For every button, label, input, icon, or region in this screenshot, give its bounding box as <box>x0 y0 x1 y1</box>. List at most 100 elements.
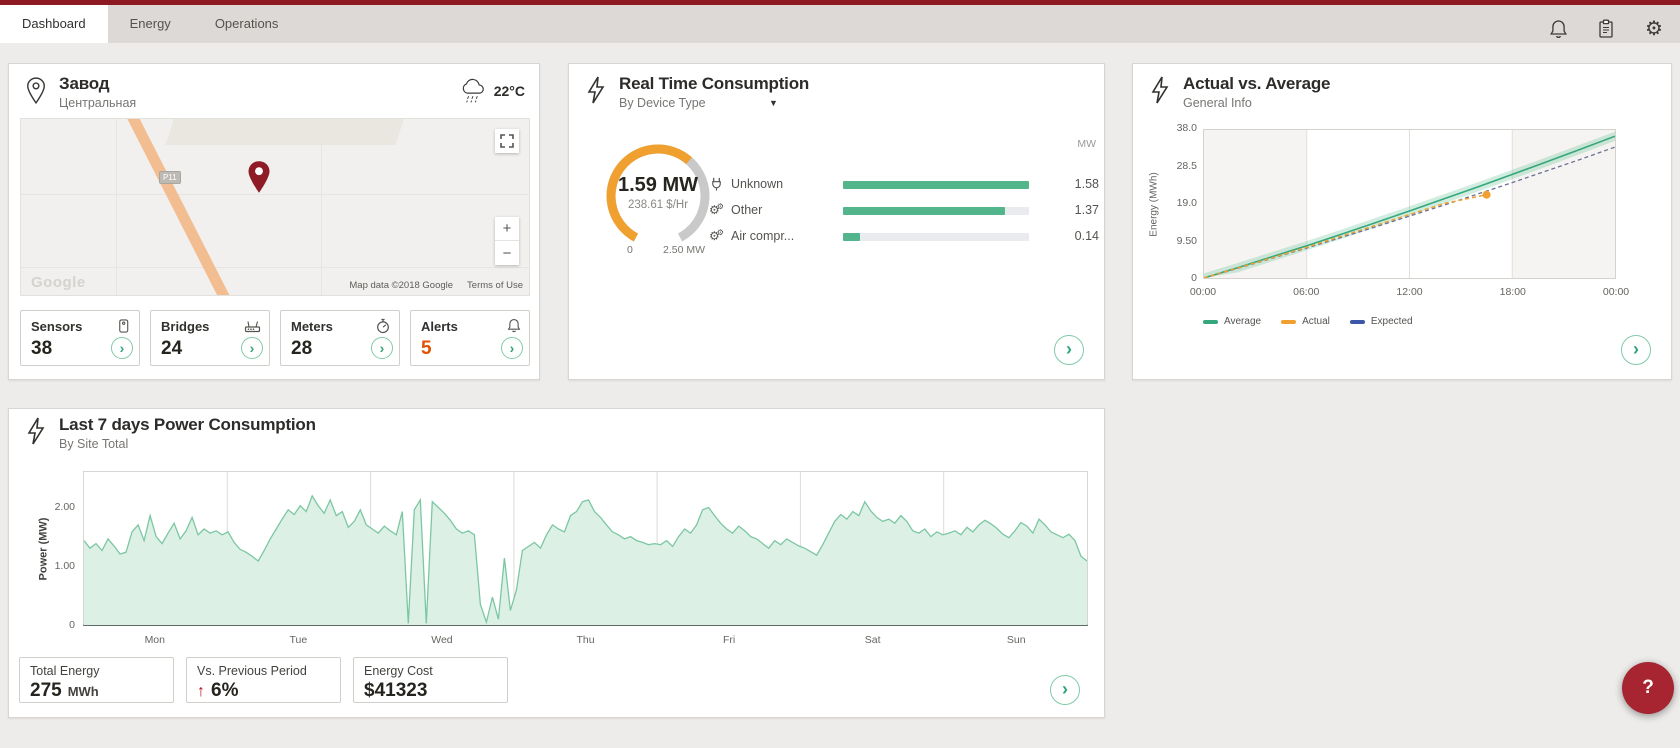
avg-y-tick-label: 9.50 <box>1176 234 1197 247</box>
temperature-value: 22°C <box>493 83 525 99</box>
trend-up-arrow-icon: ↑ <box>197 683 205 700</box>
reports-clipboard-icon[interactable] <box>1596 19 1616 39</box>
sensors-drilldown-button[interactable]: › <box>111 337 133 359</box>
stat-value: 24 <box>161 338 183 359</box>
avg-title: Actual vs. Average <box>1183 74 1331 93</box>
stat-value: 275 <box>30 680 62 701</box>
device-value: 1.37 <box>1074 203 1099 217</box>
device-bar <box>843 233 1029 241</box>
help-button[interactable]: ? <box>1622 662 1674 714</box>
map-zoom-out-button[interactable]: − <box>495 241 519 265</box>
tab-energy[interactable]: Energy <box>108 5 193 43</box>
site-stat-sensors: Sensors 38 › <box>20 310 140 366</box>
bridge-icon <box>244 318 261 334</box>
dashboard-screen: Dashboard Energy Operations ⚙ Завод Центра… <box>0 0 1680 748</box>
gears-icon: ⚙⚙ <box>709 228 724 243</box>
device-row-0: Unknown 1.58 <box>709 174 1099 196</box>
week-day-label: Wed <box>431 634 453 646</box>
device-bars-unit: MW <box>1077 138 1096 150</box>
tab-dashboard[interactable]: Dashboard <box>0 5 108 43</box>
stat-value: 38 <box>31 338 53 359</box>
week-title: Last 7 days Power Consumption <box>59 415 316 434</box>
meters-drilldown-button[interactable]: › <box>371 337 393 359</box>
stat-label: Alerts <box>421 319 458 334</box>
avg-x-tick-label: 18:00 <box>1499 286 1526 298</box>
actual-vs-average-chart <box>1203 129 1616 279</box>
legend-label: Expected <box>1370 316 1413 327</box>
week-subtitle: By Site Total <box>59 437 129 451</box>
gauge-value: 1.59 MW <box>617 174 699 196</box>
stat-label: Energy Cost <box>364 664 433 678</box>
map-gridline <box>116 119 117 295</box>
site-stat-meters: Meters 28 › <box>280 310 400 366</box>
device-label: Other <box>731 203 763 217</box>
realtime-drilldown-button[interactable]: › <box>1054 335 1084 365</box>
stat-label: Meters <box>291 319 333 334</box>
map-attribution-text[interactable]: Map data ©2018 Google <box>349 280 453 291</box>
map-gridline <box>21 194 529 195</box>
lightning-bolt-icon <box>1149 76 1171 104</box>
realtime-title: Real Time Consumption <box>619 74 810 93</box>
avg-x-tick-label: 06:00 <box>1293 286 1320 298</box>
settings-gear-icon[interactable]: ⚙ <box>1644 19 1664 39</box>
stat-label: Total Energy <box>30 664 100 678</box>
top-navigation: Dashboard Energy Operations ⚙ <box>0 5 1680 43</box>
stat-label: Vs. Previous Period <box>197 664 307 678</box>
map-fullscreen-button[interactable] <box>495 129 519 153</box>
bridges-drilldown-button[interactable]: › <box>241 337 263 359</box>
map-area-shape <box>165 119 407 145</box>
alerts-drilldown-button[interactable]: › <box>501 337 523 359</box>
map-zoom-controls: + − <box>495 217 519 265</box>
avg-x-tick-label: 00:00 <box>1602 286 1630 298</box>
map-gridline <box>21 267 529 268</box>
device-value: 1.58 <box>1074 177 1099 191</box>
week-day-label: Thu <box>576 634 595 646</box>
actual-vs-average-card: Actual vs. Average General Info Energy (… <box>1132 63 1672 380</box>
avg-drilldown-button[interactable]: › <box>1621 335 1651 365</box>
plug-icon <box>709 176 727 192</box>
avg-y-tick-label: 19.0 <box>1176 197 1197 209</box>
device-bar <box>843 207 1029 215</box>
legend-item-average[interactable]: Average <box>1203 316 1261 327</box>
week-y-tick-label: 2.00 <box>54 501 75 514</box>
week-drilldown-button[interactable]: › <box>1050 675 1080 705</box>
stat-value: 5 <box>421 338 432 359</box>
device-row-2: ⚙⚙ Air compr... 0.14 <box>709 226 1099 248</box>
week-day-label: Tue <box>289 634 308 646</box>
gauge-center-text: 1.59 MW 238.61 $/Hr <box>598 174 718 211</box>
gauge-rate: 238.61 $/Hr <box>627 199 689 211</box>
week-chart-ylabel: Power (MW) <box>37 517 50 580</box>
stat-unit: MWh <box>67 684 99 699</box>
legend-swatch <box>1349 319 1365 324</box>
week-y-tick-label: 1.00 <box>54 560 75 573</box>
site-subtitle: Центральная <box>59 96 137 110</box>
alert-bell-icon <box>507 318 521 333</box>
notifications-bell-icon[interactable] <box>1548 19 1568 39</box>
stat-value: 6% <box>211 680 239 701</box>
week-day-label: Sun <box>1006 634 1026 646</box>
stat-label: Bridges <box>161 319 210 334</box>
device-bars-list: Unknown 1.58 ⚙⚙ Other 1.37 ⚙⚙ Air compr... 0.14 <box>709 174 1099 252</box>
legend-item-expected[interactable]: Expected <box>1349 316 1413 327</box>
terms-of-use-link[interactable]: Terms of Use <box>467 280 523 291</box>
legend-item-actual[interactable]: Actual <box>1281 316 1330 327</box>
avg-subtitle: General Info <box>1183 96 1252 110</box>
google-logo[interactable]: Google <box>31 274 86 291</box>
week-y-tick-label: 0 <box>69 619 75 631</box>
vs-previous-period-stat: Vs. Previous Period ↑ 6% <box>186 657 341 703</box>
road-label: P11 <box>159 171 181 184</box>
device-row-1: ⚙⚙ Other 1.37 <box>709 200 1099 222</box>
device-value: 0.14 <box>1074 229 1099 243</box>
tab-operations[interactable]: Operations <box>193 5 301 43</box>
avg-chart-legend: Average Actual Expected <box>1203 316 1413 327</box>
week-power-chart <box>83 471 1088 626</box>
site-map[interactable]: P11 Google Map data ©2018 Google Terms o… <box>20 118 530 296</box>
legend-swatch <box>1203 319 1218 324</box>
device-type-dropdown-caret[interactable]: ▼ <box>769 98 778 108</box>
avg-x-tick-label: 00:00 <box>1189 286 1217 298</box>
week-consumption-card: Last 7 days Power Consumption By Site To… <box>8 408 1105 718</box>
map-zoom-in-button[interactable]: + <box>495 217 519 241</box>
sensor-icon <box>116 318 131 334</box>
map-marker-icon[interactable] <box>245 159 273 195</box>
map-gridline <box>321 119 322 295</box>
